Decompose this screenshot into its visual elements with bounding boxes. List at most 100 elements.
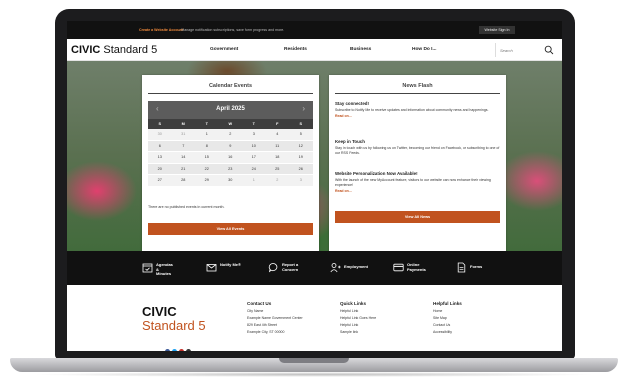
calendar-day[interactable]: 12 xyxy=(289,144,313,148)
facebook-icon[interactable] xyxy=(165,349,170,351)
calendar-day[interactable]: 11 xyxy=(266,144,290,148)
news-flash-panel: News Flash Stay connected! Subscribe to … xyxy=(329,75,506,256)
footer-column-title: Quick Links xyxy=(340,301,367,306)
envelope-icon xyxy=(206,264,217,272)
search-icon[interactable] xyxy=(544,45,554,55)
calendar-day[interactable]: 28 xyxy=(172,178,196,182)
calendar-day[interactable]: 14 xyxy=(172,155,196,159)
footer-link[interactable]: Home xyxy=(433,309,462,313)
calendar-day[interactable]: 23 xyxy=(219,167,243,171)
footer-column-title: Contact Us xyxy=(247,301,272,306)
site-logo[interactable]: CIVIC Standard 5 xyxy=(71,44,157,56)
news-heading[interactable]: Stay connected! xyxy=(335,101,500,106)
news-body: With the launch of the new MyAccount fea… xyxy=(335,178,491,187)
calendar-week-row: 30 31 1 2 3 4 5 xyxy=(148,129,313,141)
calendar-day[interactable]: 8 xyxy=(195,144,219,148)
view-all-events-button[interactable]: View All Events xyxy=(148,223,313,235)
calendar-day[interactable]: 15 xyxy=(195,155,219,159)
quicklink-label: Notify Me® xyxy=(220,262,241,267)
youtube-icon[interactable] xyxy=(179,349,184,351)
instagram-icon[interactable] xyxy=(186,349,191,351)
calendar-day[interactable]: 30 xyxy=(148,132,172,136)
create-account-link[interactable]: Create a Website Account xyxy=(139,28,183,32)
nav-residents[interactable]: Residents xyxy=(284,47,307,52)
calendar-day[interactable]: 6 xyxy=(148,144,172,148)
search-input[interactable] xyxy=(500,46,540,54)
footer-contact-line: City Name xyxy=(247,309,264,313)
footer-link[interactable]: Sample link xyxy=(340,330,376,334)
credit-card-icon xyxy=(393,263,404,272)
read-on-link[interactable]: Read on... xyxy=(335,114,500,118)
news-title: News Flash xyxy=(402,83,433,89)
no-events-message: There are no published events in current… xyxy=(148,205,225,209)
calendar-week-row: 27 28 29 30 1 2 3 xyxy=(148,175,313,187)
nav-business[interactable]: Business xyxy=(350,47,371,52)
calendar-day[interactable]: 16 xyxy=(219,155,243,159)
read-on-link[interactable]: Read on... xyxy=(335,189,500,193)
weekday-label: W xyxy=(228,122,233,126)
nav-government[interactable]: Government xyxy=(210,47,238,52)
footer-link[interactable]: Accessibility xyxy=(433,330,462,334)
calendar-day[interactable]: 5 xyxy=(289,132,313,136)
laptop-shadow xyxy=(30,372,598,377)
calendar-day[interactable]: 26 xyxy=(289,167,313,171)
footer-link[interactable]: Site Map xyxy=(433,316,462,320)
calendar-day[interactable]: 24 xyxy=(242,167,266,171)
footer-link[interactable]: Helpful Link Goes Here xyxy=(340,316,376,320)
news-body: Stay in touch with us by following us on… xyxy=(335,146,500,155)
calendar-day[interactable]: 17 xyxy=(242,155,266,159)
calendar-day[interactable]: 22 xyxy=(195,167,219,171)
news-heading[interactable]: Website Personalization Now Available! xyxy=(335,171,500,176)
calendar-day[interactable]: 2 xyxy=(266,178,290,182)
calendar-day[interactable]: 27 xyxy=(148,178,172,182)
calendar-day[interactable]: 25 xyxy=(266,167,290,171)
calendar-check-icon xyxy=(142,263,153,273)
calendar-day[interactable]: 3 xyxy=(289,178,313,182)
calendar-day[interactable]: 1 xyxy=(242,178,266,182)
calendar-day[interactable]: 10 xyxy=(242,144,266,148)
search-box xyxy=(495,43,557,57)
quicklink-label: Report a Concern xyxy=(282,262,299,272)
footer-contact-line: 829 East 4th Street xyxy=(247,323,277,327)
logo-bold-text: CIVIC xyxy=(71,44,101,56)
calendar-day[interactable]: 4 xyxy=(266,132,290,136)
calendar-day[interactable]: 21 xyxy=(172,167,196,171)
twitter-icon[interactable] xyxy=(172,349,177,351)
footer-link[interactable]: Helpful Link xyxy=(340,309,376,313)
calendar-day[interactable]: 18 xyxy=(266,155,290,159)
chevron-right-icon[interactable]: › xyxy=(302,104,305,113)
footer-logo[interactable]: CIVIC Standard 5 xyxy=(142,304,206,333)
weekday-label: T xyxy=(252,122,255,126)
calendar-week-row: 6 7 8 9 10 11 12 xyxy=(148,140,313,152)
footer-logo-light: Standard 5 xyxy=(142,318,206,333)
calendar-month-label: April 2025 xyxy=(216,106,245,112)
weekday-label: M xyxy=(181,122,185,126)
footer-contact-line: Example City, ST 00000 xyxy=(247,330,285,334)
calendar-day[interactable]: 19 xyxy=(289,155,313,159)
calendar-day[interactable]: 1 xyxy=(195,132,219,136)
top-utility-bar: Create a Website Account - Manage notifi… xyxy=(67,21,562,39)
footer-logo-bold: CIVIC xyxy=(142,304,177,319)
footer-helpful-links-column: Helpful Links Home Site Map Contact Us A… xyxy=(433,301,462,334)
chat-bubble-icon xyxy=(268,263,278,273)
news-heading[interactable]: Keep in Touch xyxy=(335,139,500,144)
view-all-news-button[interactable]: View All News xyxy=(335,211,500,223)
footer-link[interactable]: Contact Us xyxy=(433,323,462,327)
footer-link[interactable]: Helpful Link xyxy=(340,323,376,327)
logo-light-text: Standard 5 xyxy=(103,44,158,56)
nav-how-do-i[interactable]: How Do I... xyxy=(412,47,437,52)
calendar-day[interactable]: 7 xyxy=(172,144,196,148)
calendar-day[interactable]: 20 xyxy=(148,167,172,171)
quick-links-bar: Agendas & Minutes Notify Me® Report a Co… xyxy=(67,251,562,285)
site-footer: CIVIC Standard 5 Contact Us City Name Ex… xyxy=(67,285,562,351)
news-item: Stay connected! Subscribe to Notify Me t… xyxy=(335,101,500,118)
site-header: CIVIC Standard 5 Government Residents Bu… xyxy=(67,39,562,61)
calendar-day[interactable]: 9 xyxy=(219,144,243,148)
calendar-day[interactable]: 2 xyxy=(219,132,243,136)
calendar-day[interactable]: 29 xyxy=(195,178,219,182)
calendar-day[interactable]: 13 xyxy=(148,155,172,159)
sign-in-button[interactable]: Website Sign In xyxy=(479,26,515,34)
calendar-day[interactable]: 3 xyxy=(242,132,266,136)
calendar-day[interactable]: 30 xyxy=(219,178,243,182)
calendar-day[interactable]: 31 xyxy=(172,132,196,136)
